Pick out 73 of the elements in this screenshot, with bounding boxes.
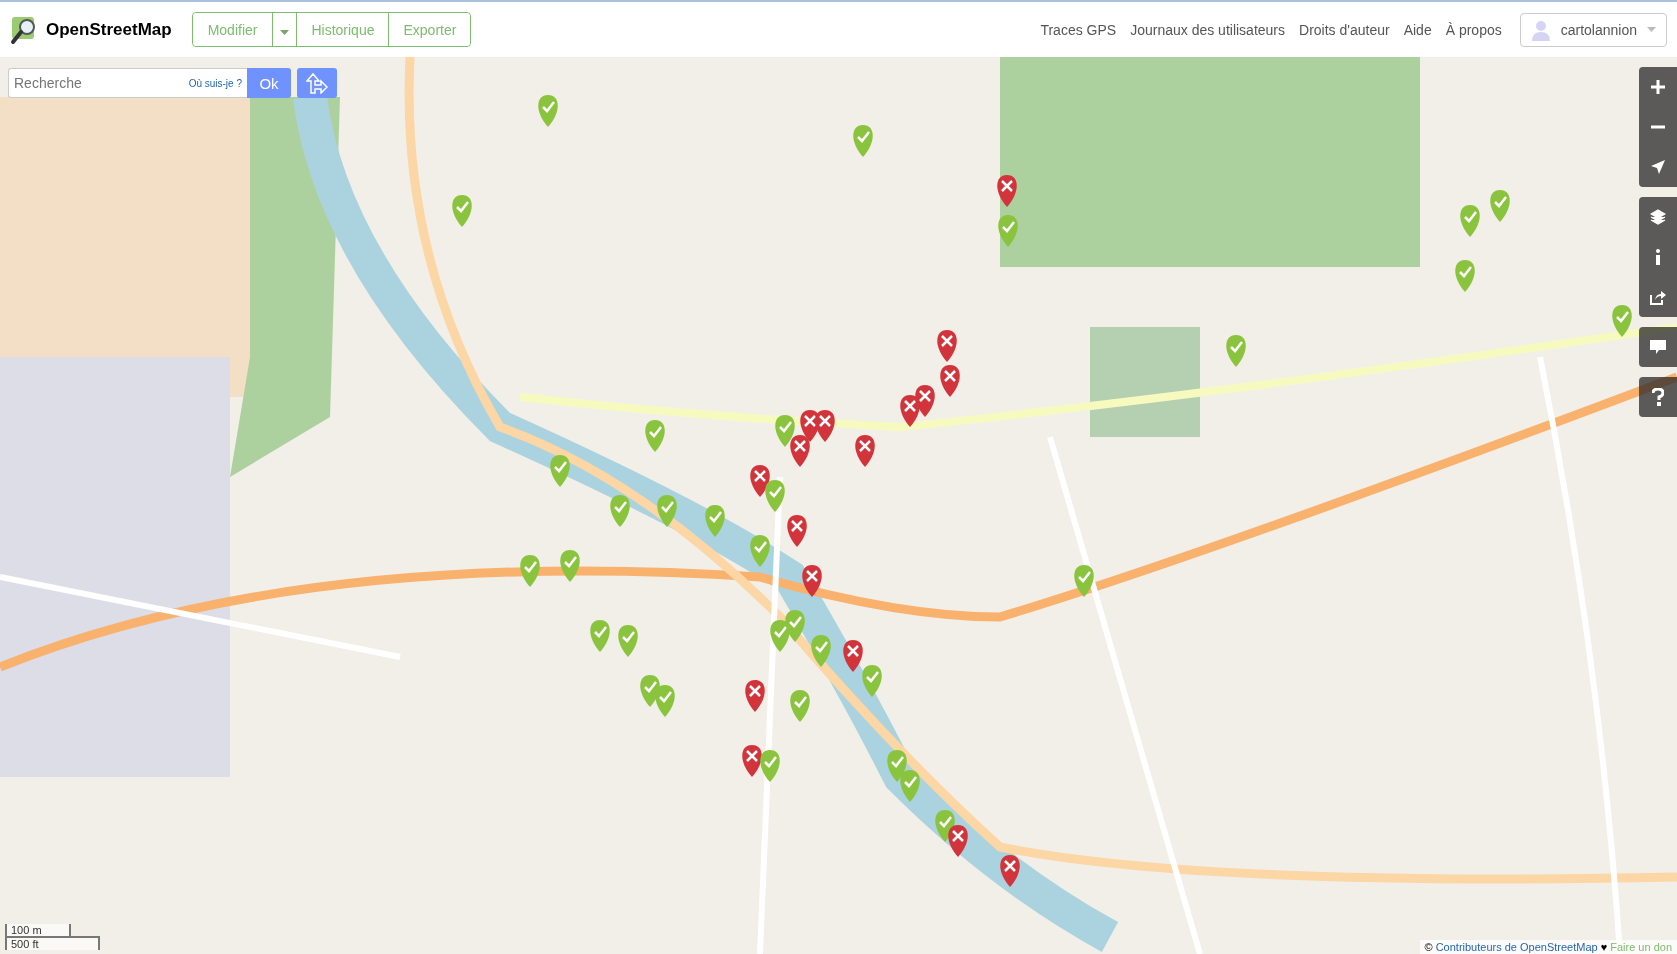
nav-link[interactable]: Droits d'auteur [1299,21,1390,38]
nav-link[interactable]: À propos [1445,21,1502,38]
user-menu-button[interactable]: cartolannion [1519,12,1667,47]
resolved-note-marker[interactable] [610,495,630,527]
open-note-marker[interactable] [750,465,770,497]
minus-icon [1651,125,1665,129]
comment-icon [1650,339,1666,355]
nav-link[interactable]: Journaux des utilisateurs [1130,21,1286,38]
info-icon [1655,249,1661,265]
resolved-note-marker[interactable] [1490,190,1510,222]
question-mark-icon [1652,388,1664,406]
location-arrow-icon [1651,160,1665,174]
resolved-note-marker[interactable] [1460,205,1480,237]
caret-icon [280,29,290,35]
heart-symbol: ♥ [1600,941,1608,953]
resolved-note-marker[interactable] [811,635,831,667]
share-icon [1650,289,1666,305]
open-note-marker[interactable] [900,395,920,427]
open-note-marker[interactable] [790,435,810,467]
nav-link[interactable]: Traces GPS [1040,21,1117,38]
search-field[interactable]: Recherche Où suis-je ? [8,68,247,98]
open-note-marker[interactable] [1000,855,1020,887]
open-note-marker[interactable] [843,640,863,672]
resolved-note-marker[interactable] [538,95,558,127]
open-note-marker[interactable] [940,365,960,397]
directions-icon [306,72,328,94]
resolved-note-marker[interactable] [1226,335,1246,367]
open-note-marker[interactable] [802,565,822,597]
plus-icon [1651,80,1665,94]
resolved-note-marker[interactable] [618,625,638,657]
nav-link[interactable]: Aide [1403,21,1432,38]
resolved-note-marker[interactable] [750,535,770,567]
resolved-note-marker[interactable] [790,690,810,722]
open-note-marker[interactable] [937,330,957,362]
resolved-note-marker[interactable] [998,215,1018,247]
copyright-symbol: © [1424,941,1433,953]
open-note-marker[interactable] [948,825,968,857]
resolved-note-marker[interactable] [775,415,795,447]
directions-button[interactable] [297,68,337,98]
user-avatar-icon [1530,18,1551,41]
resolved-note-marker[interactable] [765,480,785,512]
resolved-note-marker[interactable] [887,750,907,782]
resolved-note-marker[interactable] [785,610,805,642]
resolved-note-marker[interactable] [520,555,540,587]
caret-icon [1647,27,1656,32]
resolved-note-marker[interactable] [645,420,665,452]
open-note-marker[interactable] [787,515,807,547]
open-note-marker[interactable] [997,175,1017,207]
resolved-note-marker[interactable] [1455,260,1475,292]
resolved-note-marker[interactable] [550,455,570,487]
imperial-scale-label: 500 ft [5,936,100,950]
resolved-note-marker[interactable] [705,505,725,537]
resolved-note-marker[interactable] [590,620,610,652]
resolved-note-marker[interactable] [560,550,580,582]
resolved-note-marker[interactable] [655,685,675,717]
resolved-note-marker[interactable] [452,195,472,227]
open-note-marker[interactable] [855,435,875,467]
resolved-note-marker[interactable] [862,665,882,697]
open-note-marker[interactable] [815,410,835,442]
layers-icon [1650,209,1666,225]
metric-scale-label: 100 m [5,924,71,938]
resolved-note-marker[interactable] [1074,565,1094,597]
resolved-note-marker[interactable] [770,620,790,652]
where-am-i-link[interactable]: Où suis-je ? [188,77,242,89]
open-note-marker[interactable] [745,680,765,712]
resolved-note-marker[interactable] [853,125,873,157]
open-note-marker[interactable] [742,745,762,777]
contributors-link[interactable]: Contributeurs de OpenStreetMap [1435,941,1598,953]
resolved-note-marker[interactable] [760,750,780,782]
resolved-note-marker[interactable] [900,770,920,802]
site-title[interactable]: OpenStreetMap [46,19,172,40]
resolved-note-marker[interactable] [1612,305,1632,337]
resolved-note-marker[interactable] [657,495,677,527]
